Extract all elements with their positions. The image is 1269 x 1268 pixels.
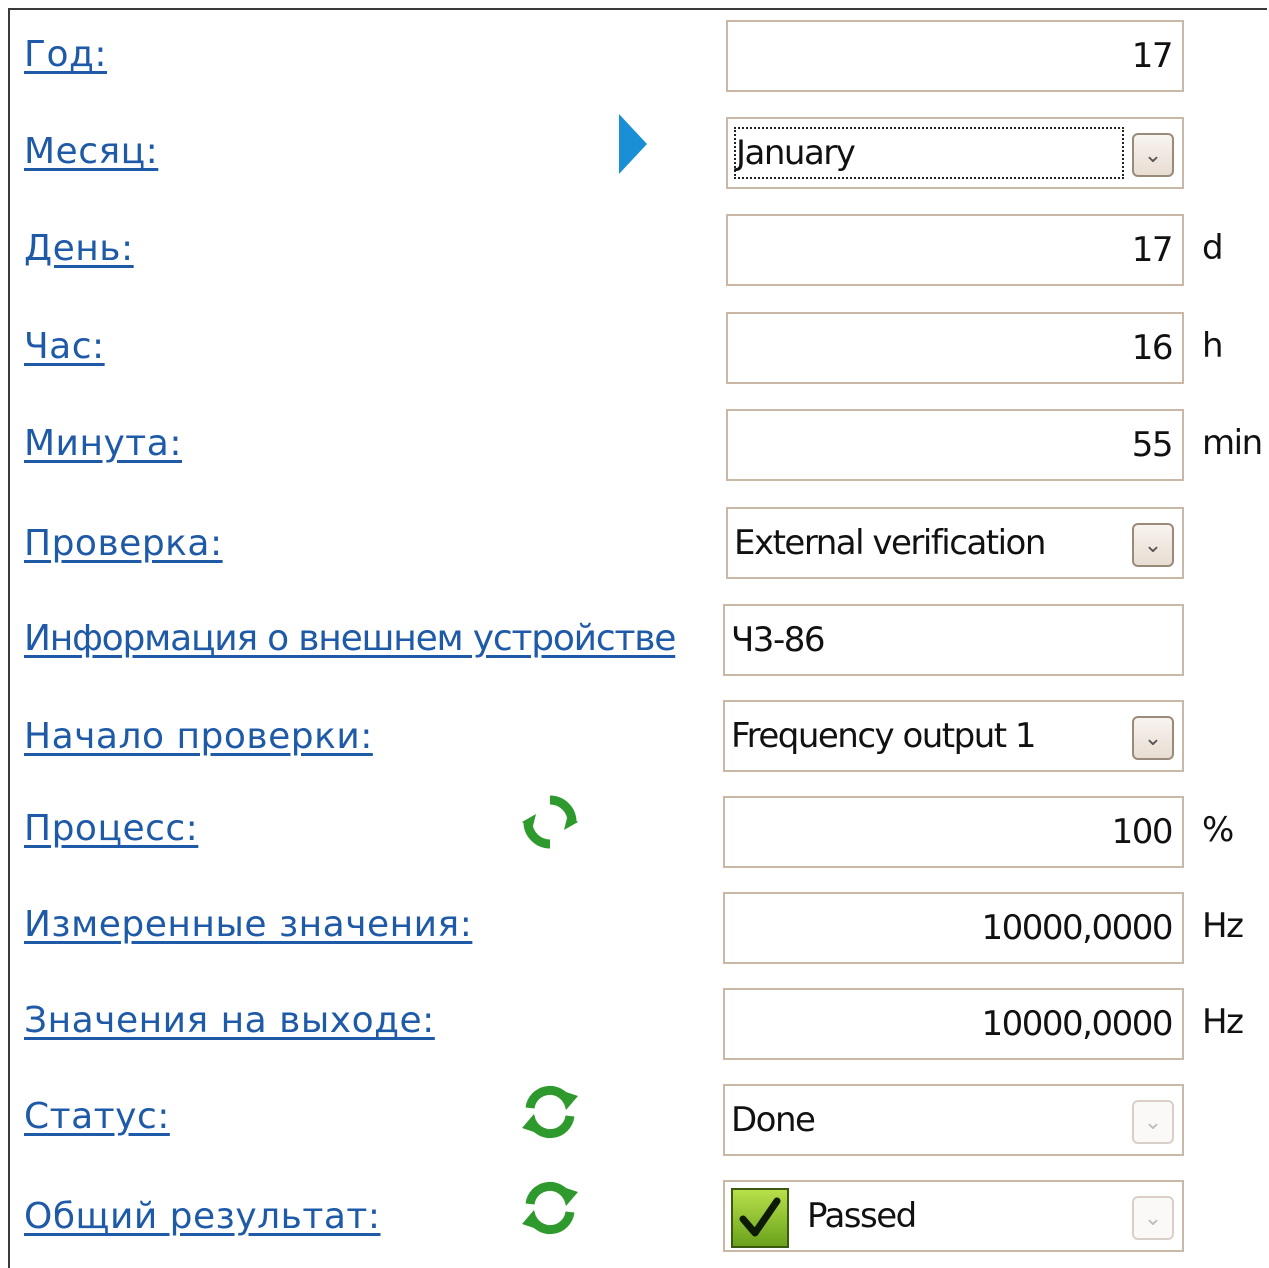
row-measured: Измеренные значения: 10000,0000 Hz xyxy=(0,892,1269,968)
year-field[interactable]: 17 xyxy=(726,20,1184,92)
year-label[interactable]: Год: xyxy=(24,34,107,75)
refresh-icon[interactable] xyxy=(520,1178,580,1238)
chevron-down-icon: ⌄ xyxy=(1143,532,1163,558)
device-info-label[interactable]: Информация о внешнем устройстве xyxy=(24,618,676,659)
row-day: День: 17 d xyxy=(0,214,1269,290)
status-value: Done xyxy=(731,1100,816,1140)
chevron-down-icon: ⌄ xyxy=(1143,1205,1163,1231)
minute-value: 55 xyxy=(1131,425,1174,465)
overall-result-dropdown-button[interactable]: ⌄ xyxy=(1132,1196,1174,1240)
verification-start-select[interactable]: Frequency output 1 ⌄ xyxy=(723,700,1184,772)
measured-unit: Hz xyxy=(1202,906,1244,946)
process-value: 100 xyxy=(1111,812,1174,852)
device-info-field[interactable]: Ч3-86 xyxy=(723,604,1184,676)
month-value: January xyxy=(736,133,856,173)
overall-result-label[interactable]: Общий результат: xyxy=(24,1196,381,1237)
row-hour: Час: 16 h xyxy=(0,312,1269,388)
status-label[interactable]: Статус: xyxy=(24,1096,170,1137)
month-dropdown-button[interactable]: ⌄ xyxy=(1132,133,1174,177)
verification-select[interactable]: External verification ⌄ xyxy=(726,507,1184,579)
verification-start-value: Frequency output 1 xyxy=(731,716,1037,756)
row-process: Процесс: 100 % xyxy=(0,795,1269,872)
row-verification: Проверка: External verification ⌄ xyxy=(0,507,1269,583)
chevron-down-icon: ⌄ xyxy=(1143,1109,1163,1135)
verification-dropdown-button[interactable]: ⌄ xyxy=(1132,523,1174,567)
checkmark-icon xyxy=(731,1188,789,1248)
right-triangle-icon xyxy=(619,114,647,174)
status-dropdown-button[interactable]: ⌄ xyxy=(1132,1100,1174,1144)
row-device-info: Информация о внешнем устройстве Ч3-86 xyxy=(0,604,1269,680)
hour-unit: h xyxy=(1202,326,1224,366)
overall-result-select[interactable]: Passed ⌄ xyxy=(723,1180,1184,1252)
checkmark-glyph xyxy=(739,1197,781,1237)
refresh-icon[interactable] xyxy=(520,1082,580,1142)
row-overall-result: Общий результат: Passed ⌄ xyxy=(0,1180,1269,1256)
verification-start-label[interactable]: Начало проверки: xyxy=(24,716,373,757)
row-verification-start: Начало проверки: Frequency output 1 ⌄ xyxy=(0,700,1269,776)
hour-label[interactable]: Час: xyxy=(24,326,105,367)
refresh-icon[interactable] xyxy=(520,792,580,852)
day-field[interactable]: 17 xyxy=(726,214,1184,286)
measured-label[interactable]: Измеренные значения: xyxy=(24,904,472,945)
process-field[interactable]: 100 xyxy=(723,796,1184,868)
chevron-down-icon: ⌄ xyxy=(1143,725,1163,751)
month-label[interactable]: Месяц: xyxy=(24,131,158,172)
day-label[interactable]: День: xyxy=(24,228,134,269)
measured-value: 10000,0000 xyxy=(981,908,1174,948)
process-unit: % xyxy=(1202,810,1234,850)
minute-field[interactable]: 55 xyxy=(726,409,1184,481)
minute-unit: min xyxy=(1202,423,1263,463)
minute-label[interactable]: Минута: xyxy=(24,423,182,464)
overall-result-value: Passed xyxy=(807,1196,917,1236)
output-label[interactable]: Значения на выходе: xyxy=(24,1000,435,1041)
status-select[interactable]: Done ⌄ xyxy=(723,1084,1184,1156)
row-output: Значения на выходе: 10000,0000 Hz xyxy=(0,988,1269,1064)
row-status: Статус: Done ⌄ xyxy=(0,1084,1269,1160)
device-info-value: Ч3-86 xyxy=(731,620,825,660)
verification-value: External verification xyxy=(734,523,1046,563)
year-value: 17 xyxy=(1131,36,1174,76)
hour-value: 16 xyxy=(1131,328,1174,368)
month-select[interactable]: January ⌄ xyxy=(726,117,1184,189)
output-unit: Hz xyxy=(1202,1002,1244,1042)
verification-label[interactable]: Проверка: xyxy=(24,523,223,564)
row-minute: Минута: 55 min xyxy=(0,409,1269,485)
day-unit: d xyxy=(1202,228,1224,268)
output-value: 10000,0000 xyxy=(981,1004,1174,1044)
row-year: Год: 17 xyxy=(0,20,1269,96)
output-field[interactable]: 10000,0000 xyxy=(723,988,1184,1060)
day-value: 17 xyxy=(1131,230,1174,270)
process-label[interactable]: Процесс: xyxy=(24,808,198,849)
hour-field[interactable]: 16 xyxy=(726,312,1184,384)
measured-field[interactable]: 10000,0000 xyxy=(723,892,1184,964)
chevron-down-icon: ⌄ xyxy=(1143,142,1163,168)
verification-start-dropdown-button[interactable]: ⌄ xyxy=(1132,716,1174,760)
